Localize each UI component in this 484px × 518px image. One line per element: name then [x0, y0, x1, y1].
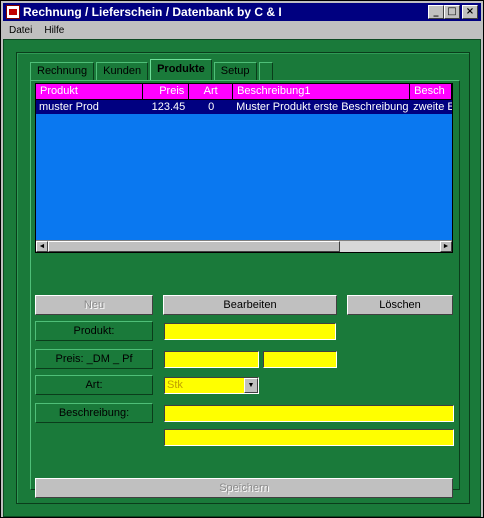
window-controls: _ □ × [428, 5, 478, 19]
tab-rechnung[interactable]: Rechnung [30, 62, 95, 80]
maximize-button[interactable]: □ [444, 5, 460, 19]
menu-hilfe[interactable]: Hilfe [38, 25, 70, 36]
title-bar[interactable]: Rechnung / Lieferschein / Datenbank by C… [3, 3, 481, 21]
col-header-produkt[interactable]: Produkt [36, 84, 144, 100]
col-header-preis[interactable]: Preis [143, 84, 190, 100]
client-area: Rechnung Kunden Produkte Setup Produkt P… [3, 39, 481, 517]
beschreibung-label: Beschreibung: [35, 403, 153, 423]
horizontal-scrollbar[interactable]: ◄ ► [36, 240, 452, 252]
tab-strip: Rechnung Kunden Produkte Setup [30, 59, 275, 80]
minimize-button[interactable]: _ [428, 5, 444, 19]
table-header: Produkt Preis Art Beschreibung1 Besch [36, 84, 452, 100]
scroll-left-icon[interactable]: ◄ [36, 241, 48, 252]
produkte-panel: Produkt Preis Art Beschreibung1 Besch mu… [30, 80, 460, 498]
produkt-label: Produkt: [35, 321, 153, 341]
menu-bar: Datei Hilfe [3, 22, 481, 38]
app-icon[interactable] [6, 5, 20, 19]
beschreibung2-field[interactable] [164, 429, 454, 446]
tab-empty[interactable] [258, 62, 273, 80]
art-label: Art: [35, 375, 153, 395]
neu-button[interactable]: Neu [35, 295, 153, 315]
produkt-field[interactable] [164, 323, 336, 340]
bearbeiten-button[interactable]: Bearbeiten [163, 295, 337, 315]
art-select-value: Stk [167, 379, 183, 391]
cell-beschreibung2: zweite E [413, 101, 452, 113]
col-header-art[interactable]: Art [189, 84, 234, 100]
tab-kunden[interactable]: Kunden [96, 62, 149, 80]
cell-preis: 123.45 [151, 101, 186, 113]
cell-produkt: muster Prod [39, 101, 99, 113]
beschreibung1-field[interactable] [164, 405, 454, 422]
window-title: Rechnung / Lieferschein / Datenbank by C… [23, 5, 282, 19]
col-header-beschreibung2[interactable]: Besch [410, 84, 452, 100]
tab-setup[interactable]: Setup [213, 62, 257, 80]
col-header-beschreibung1[interactable]: Beschreibung1 [233, 84, 411, 100]
scroll-right-icon[interactable]: ► [440, 241, 452, 252]
preis-dm-field[interactable] [164, 351, 259, 368]
scroll-thumb[interactable] [48, 241, 340, 252]
art-select[interactable]: Stk ▼ [164, 377, 259, 394]
preis-label: Preis: _DM _ Pf [35, 349, 153, 369]
chevron-down-icon[interactable]: ▼ [244, 378, 258, 393]
loeschen-button[interactable]: Löschen [347, 295, 453, 315]
cell-beschreibung1: Muster Produkt erste Beschreibung [236, 101, 409, 113]
tab-produkte[interactable]: Produkte [150, 59, 212, 80]
product-table[interactable]: Produkt Preis Art Beschreibung1 Besch mu… [35, 83, 453, 253]
preis-pf-field[interactable] [263, 351, 337, 368]
table-row[interactable]: muster Prod 123.45 0 Muster Produkt erst… [36, 100, 452, 114]
menu-datei[interactable]: Datei [3, 25, 38, 36]
cell-art: 0 [208, 101, 215, 113]
speichern-button[interactable]: Speichern [35, 478, 453, 498]
close-button[interactable]: × [462, 5, 478, 19]
main-window: Rechnung / Lieferschein / Datenbank by C… [0, 0, 484, 518]
